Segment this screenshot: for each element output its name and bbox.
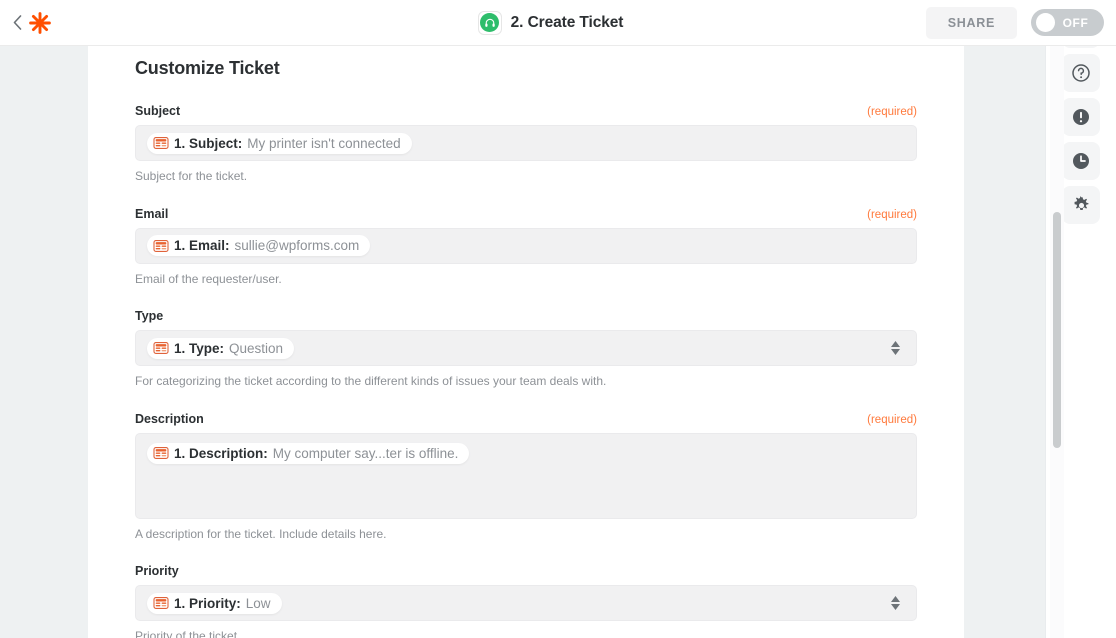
field-header: Description (required) [135, 412, 917, 426]
type-select[interactable]: 1. Type: Question [135, 330, 917, 367]
zap-on-off-toggle[interactable]: OFF [1031, 9, 1104, 36]
wpforms-sullie-icon [153, 597, 169, 610]
field-email: Email (required) 1. Email: sullie@wpform… [135, 207, 917, 288]
scrollbar-thumb[interactable] [1053, 212, 1061, 448]
field-label: Description [135, 411, 204, 426]
step-header: 2. Create Ticket [200, 10, 901, 35]
chevron-updown-icon[interactable] [891, 596, 900, 611]
history-clock-icon [1071, 151, 1091, 171]
section-title: Customize Ticket [135, 58, 280, 78]
toggle-state-label: OFF [1062, 15, 1089, 30]
field-priority: Priority 1. Priority: Low Priority of th… [135, 564, 917, 638]
step-editor-panel: Customize Ticket Subject (required) 1. S… [88, 46, 964, 638]
wpforms-sullie-icon [153, 239, 169, 252]
toggle-knob [1036, 13, 1055, 32]
wpforms-sullie-icon [153, 137, 169, 149]
top-bar: 2. Create Ticket SHARE OFF [0, 0, 1116, 46]
top-bar-left [0, 10, 200, 36]
page-title: 2. Create Ticket [510, 13, 624, 31]
required-badge: (required) [867, 208, 917, 221]
token-value: My printer isn't connected [247, 135, 401, 151]
chevron-left-icon[interactable] [10, 13, 24, 33]
required-badge: (required) [867, 413, 917, 426]
field-label: Priority [135, 564, 179, 579]
sidebar-item-help[interactable] [1062, 54, 1100, 92]
help-question-circle-icon [1071, 63, 1091, 83]
field-helper-text: A description for the ticket. Include de… [135, 526, 387, 541]
field-label: Subject [135, 104, 181, 118]
field-header: Type [135, 309, 917, 323]
mapped-field-token[interactable]: 1. Subject: My printer isn't connected [147, 132, 412, 154]
field-header: Priority [135, 564, 917, 578]
field-type: Type 1. Type: Question For categorizing … [135, 309, 917, 390]
token-key: 1. Type: [174, 340, 225, 356]
sidebar-item-history[interactable] [1062, 142, 1100, 180]
mapped-field-token[interactable]: 1. Type: Question [147, 337, 295, 359]
subject-input[interactable]: 1. Subject: My printer isn't connected [135, 125, 917, 161]
token-key: 1. Subject: [174, 135, 243, 151]
token-key: 1. Description: [174, 445, 268, 461]
gear-settings-icon [1072, 195, 1091, 215]
form-scroll-area[interactable]: Customize Ticket Subject (required) 1. S… [88, 46, 964, 638]
token-value: Question [229, 340, 284, 356]
field-subject: Subject (required) 1. Subject: My printe… [135, 104, 917, 185]
mapped-field-token[interactable]: 1. Description: My computer say...ter is… [147, 442, 470, 464]
field-helper-text: Priority of the ticket. [135, 629, 241, 638]
wpforms-sullie-icon [153, 447, 169, 460]
token-value: sullie@wpforms.com [234, 238, 360, 254]
alert-exclamation-circle-icon [1071, 107, 1091, 127]
token-value: Low [245, 595, 271, 611]
field-label: Type [135, 309, 164, 324]
sidebar-item-settings[interactable] [1062, 186, 1100, 224]
email-input[interactable]: 1. Email: sullie@wpforms.com [135, 227, 917, 264]
token-key: 1. Email: [174, 238, 230, 254]
sidebar-item-alerts[interactable] [1062, 98, 1100, 136]
field-description: Description (required) 1. Description: M… [135, 412, 917, 543]
field-label: Email [135, 206, 169, 221]
mapped-field-token[interactable]: 1. Priority: Low [147, 592, 282, 614]
field-helper-text: Email of the requester/user. [135, 271, 282, 286]
share-button[interactable]: SHARE [925, 6, 1017, 39]
field-header: Email (required) [135, 207, 917, 221]
field-header: Subject (required) [135, 104, 917, 118]
description-textarea[interactable]: 1. Description: My computer say...ter is… [135, 432, 917, 519]
form-content: Customize Ticket Subject (required) 1. S… [88, 58, 964, 638]
priority-select[interactable]: 1. Priority: Low [135, 585, 917, 622]
wpforms-sullie-icon [153, 342, 169, 355]
zapier-editor-window: 2. Create Ticket SHARE OFF Customize Tic… [0, 0, 1116, 638]
token-key: 1. Priority: [174, 595, 241, 611]
field-helper-text: For categorizing the ticket according to… [135, 374, 607, 389]
token-value: My computer say...ter is offline. [272, 445, 459, 461]
top-bar-right: SHARE OFF [901, 6, 1116, 39]
required-badge: (required) [867, 106, 917, 118]
field-helper-text: Subject for the ticket. [135, 169, 248, 183]
chevron-updown-icon[interactable] [891, 341, 900, 356]
zapier-logo-icon[interactable] [27, 10, 53, 36]
mapped-field-token[interactable]: 1. Email: sullie@wpforms.com [147, 235, 371, 257]
zendesk-headset-icon [477, 10, 502, 35]
